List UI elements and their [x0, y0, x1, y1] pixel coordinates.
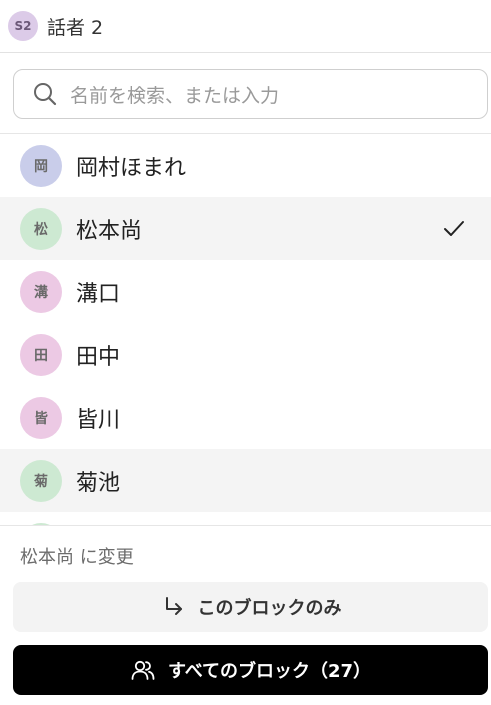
- speaker-badge: S2: [8, 11, 38, 41]
- all-blocks-label: すべてのブロック（27）: [167, 661, 372, 682]
- list-item-label: 溝口: [76, 281, 121, 307]
- block-only-label: このブロックのみ: [197, 598, 342, 619]
- avatar: 田: [20, 333, 62, 376]
- list-item-label: 皆川: [76, 407, 121, 433]
- avatar: 岡: [20, 144, 62, 187]
- change-label: 松本尚 に変更: [20, 547, 134, 568]
- speaker-header: S2 話者 2: [0, 0, 491, 52]
- avatar: 溝: [20, 270, 62, 313]
- search-placeholder: 名前を検索、または入力: [70, 84, 280, 107]
- users-icon: [130, 657, 156, 683]
- list-item-label: 岡村ほまれ: [76, 155, 187, 181]
- speaker-select-panel: 名前を検索、または入力 岡岡村ほまれ松松本尚溝溝口田田中皆皆川菊菊池 松本尚 に…: [0, 52, 491, 704]
- avatar: 皆: [20, 396, 62, 439]
- list-item[interactable]: 松松本尚: [0, 197, 491, 260]
- search-input[interactable]: 名前を検索、または入力: [13, 69, 488, 119]
- list-item-label: 菊池: [76, 470, 121, 496]
- list-item-label: 田中: [76, 344, 121, 370]
- list-item[interactable]: 菊菊池: [0, 449, 491, 512]
- avatar: 菊: [20, 459, 62, 502]
- all-blocks-button[interactable]: すべてのブロック（27）: [13, 645, 488, 695]
- search-icon: [32, 81, 58, 107]
- list-item[interactable]: 田田中: [0, 323, 491, 386]
- list-item[interactable]: 溝溝口: [0, 260, 491, 323]
- list-item-label: 松本尚: [76, 218, 143, 244]
- return-arrow-icon: [160, 594, 186, 620]
- list-item[interactable]: [0, 512, 491, 525]
- speaker-name: 話者 2: [47, 16, 104, 39]
- list-item[interactable]: 皆皆川: [0, 386, 491, 449]
- block-only-button[interactable]: このブロックのみ: [13, 582, 488, 632]
- footer: 松本尚 に変更 このブロックのみ すべてのブロック（27）: [0, 525, 491, 705]
- speaker-list[interactable]: 岡岡村ほまれ松松本尚溝溝口田田中皆皆川菊菊池: [0, 133, 491, 525]
- avatar: 松: [20, 207, 62, 250]
- list-item[interactable]: 岡岡村ほまれ: [0, 134, 491, 197]
- check-icon: [441, 216, 467, 242]
